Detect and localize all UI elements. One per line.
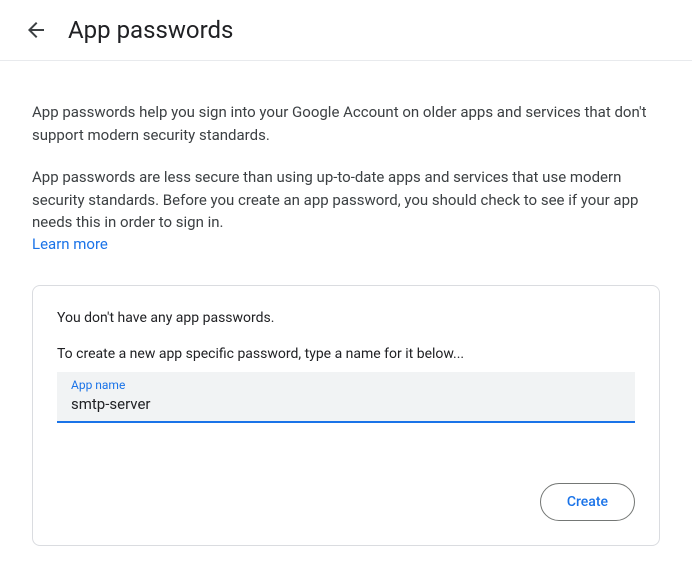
app-passwords-card: You don't have any app passwords. To cre…: [32, 285, 660, 546]
content-area: App passwords help you sign into your Go…: [0, 61, 692, 570]
create-button[interactable]: Create: [540, 483, 635, 521]
page-header: App passwords: [0, 0, 692, 61]
app-name-label: App name: [71, 378, 621, 392]
app-name-input[interactable]: [71, 395, 621, 413]
no-passwords-text: You don't have any app passwords.: [57, 310, 635, 326]
intro-paragraph-1: App passwords help you sign into your Go…: [32, 101, 660, 146]
arrow-back-icon[interactable]: [24, 18, 48, 42]
learn-more-link[interactable]: Learn more: [32, 235, 108, 253]
page-title: App passwords: [68, 16, 233, 44]
instruction-text: To create a new app specific password, t…: [57, 346, 635, 362]
app-name-field-wrapper: App name: [57, 372, 635, 423]
button-row: Create: [57, 483, 635, 521]
intro-paragraph-2: App passwords are less secure than using…: [32, 166, 660, 234]
